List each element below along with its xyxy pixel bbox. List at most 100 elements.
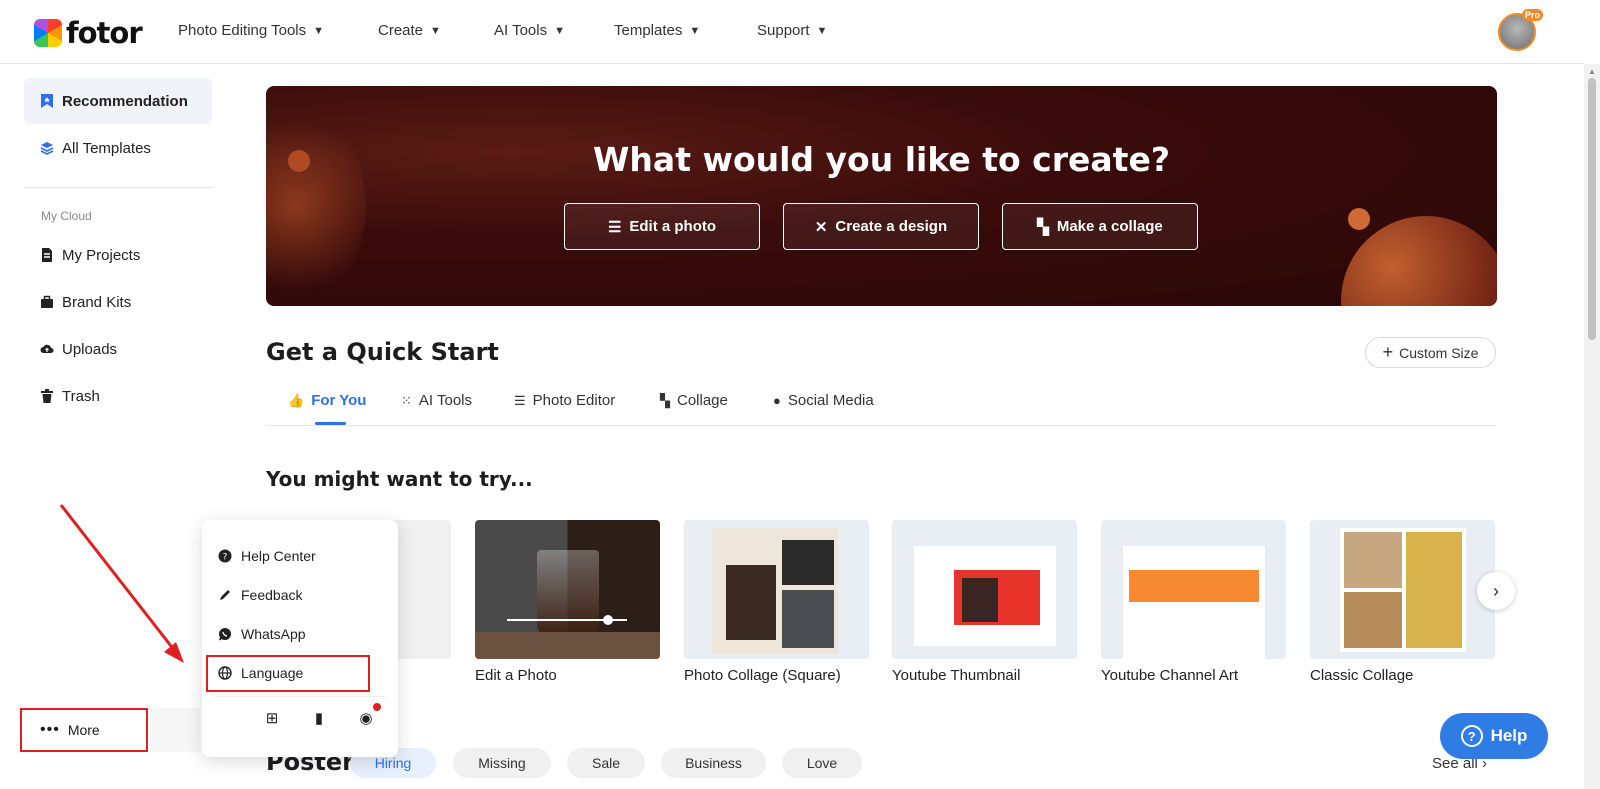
button-label: Edit a photo [629,218,717,235]
menu-item-help-center[interactable]: ? Help Center [218,544,316,568]
more-button[interactable]: ••• More [20,708,148,752]
tab-label: Social Media [787,392,874,409]
help-button[interactable]: ? Help [1440,713,1548,759]
template-card-photo-collage-square[interactable]: Photo Collage (Square) [684,520,869,684]
sidebar-item-my-projects[interactable]: My Projects [24,232,212,278]
template-card-youtube-channel-art[interactable]: Youtube Channel Art [1101,520,1286,684]
chrome-icon[interactable]: ◉ [357,709,375,727]
collage-photo [782,590,834,648]
mobile-icon[interactable]: ▮ [310,709,328,727]
menu-divider [214,696,386,697]
layers-icon [40,142,54,155]
question-circle-icon: ? [218,549,232,563]
try-section-title: You might want to try... [266,467,533,491]
windows-icon[interactable]: ⊞ [263,709,281,727]
chip-missing[interactable]: Missing [453,748,551,778]
collage-icon: ▚ [1037,218,1049,236]
chevron-down-icon: ▼ [689,24,701,37]
collage-icon: ▚ [660,392,670,408]
quick-start-tabs: 👍 For You ⁙ AI Tools ☰ Photo Editor ▚ Collag… [266,380,1496,426]
chevron-down-icon: ▼ [430,24,441,37]
page-scrollbar[interactable]: ▲ [1584,64,1600,789]
card-label: Youtube Thumbnail [892,667,1021,684]
custom-size-button[interactable]: + Custom Size [1365,337,1496,368]
nav-label: Templates [614,22,683,39]
card-label: Classic Collage [1310,667,1414,684]
bookmark-icon [41,94,53,108]
chip-love[interactable]: Love [782,748,862,778]
chat-bubble-icon: ● [773,393,781,408]
sidebar-item-label: My Projects [62,246,141,264]
nav-photo-editing-tools[interactable]: Photo Editing Tools ▼ [178,22,324,39]
chevron-down-icon: ▼ [313,24,325,37]
sidebar-item-label: Uploads [62,340,118,358]
hero-decoration [1341,216,1497,306]
card-label: Edit a Photo [475,667,557,684]
sidebar-item-label: Trash [62,387,100,405]
hero-title: What would you like to create? [593,140,1170,179]
card-thumbnail [1101,520,1286,659]
template-card-edit-a-photo[interactable]: Edit a Photo [475,520,660,684]
card-label: Photo Collage (Square) [684,667,841,684]
plus-icon: + [1382,342,1394,362]
menu-item-feedback[interactable]: Feedback [218,583,302,607]
chip-business[interactable]: Business [661,748,766,778]
nav-create[interactable]: Create ▼ [378,22,441,39]
chip-sale[interactable]: Sale [567,748,645,778]
nav-ai-tools[interactable]: AI Tools ▼ [494,22,565,39]
carousel-next-button[interactable]: › [1477,572,1515,610]
scrollbar-thumb[interactable] [1588,78,1596,340]
sliders-icon: ☰ [607,218,622,236]
template-card-youtube-thumbnail[interactable]: Youtube Thumbnail [892,520,1077,684]
active-tab-indicator [315,422,346,425]
apple-icon[interactable] [216,709,234,727]
tab-social-media[interactable]: ● Social Media [773,392,874,409]
thumbnail-portrait [962,578,998,622]
sidebar-item-trash[interactable]: Trash [24,373,212,419]
menu-item-label: WhatsApp [241,626,306,642]
channel-art-banner [1129,570,1259,602]
tab-ai-tools[interactable]: ⁙ AI Tools [401,392,472,409]
fotor-logo-icon [34,19,62,47]
collage-photo [782,540,834,585]
brand-name: fotor [66,16,143,50]
thumbs-up-icon: 👍 [288,392,305,408]
edit-a-photo-button[interactable]: ☰ Edit a photo [564,203,760,250]
document-icon [42,248,52,262]
custom-size-label: Custom Size [1399,344,1479,361]
nav-templates[interactable]: Templates ▼ [614,22,700,39]
whatsapp-icon [219,628,231,641]
tab-label: Collage [677,392,728,409]
make-a-collage-button[interactable]: ▚ Make a collage [1002,203,1198,250]
youtube-frame [1123,546,1265,659]
sidebar-item-uploads[interactable]: Uploads [24,326,212,372]
sidebar-item-all-templates[interactable]: All Templates [24,125,212,171]
card-label: Youtube Channel Art [1101,667,1239,684]
sidebar-item-brand-kits[interactable]: Brand Kits [24,279,212,325]
tab-photo-editor[interactable]: ☰ Photo Editor [514,392,615,409]
svg-text:?: ? [223,553,228,563]
card-thumbnail [684,520,869,659]
nav-support[interactable]: Support ▼ [757,22,827,39]
scroll-up-icon[interactable]: ▲ [1588,67,1596,76]
hero-decoration [1348,208,1370,230]
menu-item-label: Feedback [241,587,303,603]
fotor-logo[interactable]: fotor [34,16,143,50]
tab-for-you[interactable]: 👍 For You [288,392,366,409]
briefcase-icon [41,295,53,308]
tab-collage[interactable]: ▚ Collage [660,392,728,409]
nav-label: Photo Editing Tools [178,22,307,39]
tab-label: AI Tools [418,392,472,409]
create-a-design-button[interactable]: ✕ Create a design [783,203,979,250]
sidebar-item-recommendation[interactable]: Recommendation [24,78,212,124]
collage-photo [1406,532,1462,648]
more-dots-icon: ••• [40,721,60,738]
collage-photo [1344,532,1402,588]
question-icon: ? [1460,725,1483,747]
nav-label: Create [378,22,424,39]
card-thumbnail [1310,520,1495,659]
template-card-classic-collage[interactable]: Classic Collage [1310,520,1495,684]
menu-item-whatsapp[interactable]: WhatsApp [218,622,306,646]
pencil-icon [220,590,230,600]
cloud-upload-icon [40,344,54,353]
